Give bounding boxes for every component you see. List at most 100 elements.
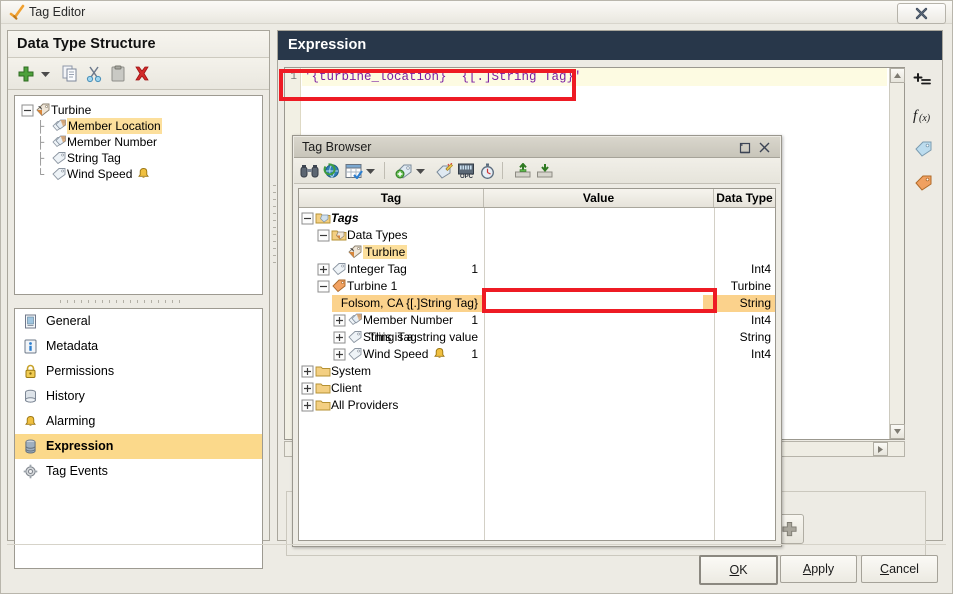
tag-cell: Client	[299, 380, 362, 397]
globe-refresh-icon[interactable]	[321, 161, 342, 181]
close-icon[interactable]	[757, 140, 772, 155]
ok-button[interactable]: OK	[699, 555, 778, 585]
grid-body[interactable]: Tags Data TypesTurbine Integer Tag1Int4 …	[299, 208, 775, 541]
table-row[interactable]: String TagThis is a string valueString	[299, 329, 775, 346]
cancel-button[interactable]: Cancel	[861, 555, 938, 583]
column-header-datatype[interactable]: Data Type	[714, 189, 775, 207]
panel-splitter[interactable]	[14, 297, 263, 306]
plus-equals-icon[interactable]	[910, 67, 936, 95]
value-cell: 1	[332, 312, 482, 329]
add-dropdown-arrow-icon[interactable]	[38, 62, 52, 86]
export-icon[interactable]	[534, 161, 555, 181]
restore-icon[interactable]	[737, 140, 752, 155]
fx-icon[interactable]: f (x)	[910, 101, 936, 129]
datatype-cell: Int4	[703, 261, 775, 278]
cancel-mnemonic: C	[880, 562, 889, 576]
column-header-tag[interactable]: Tag	[299, 189, 484, 207]
tag-browser-toolbar: OPC	[294, 158, 780, 184]
sidebar-item-label: Expression	[46, 434, 113, 459]
alarm-bell-icon	[21, 414, 39, 430]
tag-browser-dialog: Tag Browser	[292, 135, 782, 547]
table-row[interactable]: Client	[299, 380, 775, 397]
apply-button[interactable]: Apply	[780, 555, 857, 583]
data-type-tree-label: Member Location	[67, 118, 162, 134]
datatype-cell: Turbine	[703, 278, 775, 295]
binoculars-icon[interactable]	[299, 161, 320, 181]
udt-instance-icon	[331, 279, 347, 293]
tag-icon	[51, 167, 67, 181]
data-type-tree-row[interactable]: ├Member Number	[21, 134, 262, 150]
sidebar-item-permissions[interactable]: Permissions	[15, 359, 262, 384]
tag-label: All Providers	[331, 398, 398, 412]
folder-icon	[315, 381, 331, 395]
sidebar-item-metadata[interactable]: Metadata	[15, 334, 262, 359]
svg-text:OPC: OPC	[460, 174, 474, 179]
sidebar-item-alarming[interactable]: Alarming	[15, 409, 262, 434]
data-type-tree[interactable]: Turbine├Member Location├Member Number├St…	[14, 95, 263, 295]
scroll-right-icon[interactable]	[873, 442, 888, 456]
chevron-down-icon[interactable]	[414, 161, 427, 181]
cut-button[interactable]	[82, 62, 106, 86]
opc-icon[interactable]: OPC	[455, 161, 476, 181]
footer-divider	[7, 544, 946, 545]
scroll-up-icon[interactable]	[890, 68, 905, 83]
tag-icon	[51, 151, 67, 165]
grid-check-icon[interactable]	[343, 161, 364, 181]
blue-tag-icon[interactable]	[910, 135, 936, 163]
sidebar-item-general[interactable]: General	[15, 309, 262, 334]
orange-tag-icon[interactable]	[910, 169, 936, 197]
data-type-tree-row[interactable]: ├Member Location	[21, 118, 262, 134]
general-icon	[21, 314, 39, 330]
table-row[interactable]: Turbine 1Turbine	[299, 278, 775, 295]
data-type-tree-row[interactable]: └Wind Speed	[21, 166, 262, 182]
member-tag-icon	[51, 119, 67, 133]
tag-label: System	[331, 364, 371, 378]
edit-tag-icon[interactable]	[433, 161, 454, 181]
data-type-tree-row[interactable]: Turbine	[21, 102, 262, 118]
folder-icon	[315, 398, 331, 412]
paste-button[interactable]	[106, 62, 130, 86]
sidebar-item-label: Tag Events	[46, 459, 108, 484]
add-button[interactable]	[14, 62, 38, 86]
expression-panel-title: Expression	[288, 37, 366, 53]
new-tag-icon[interactable]	[393, 161, 414, 181]
expression-panel-header: Expression	[278, 31, 942, 60]
table-row[interactable]: All Providers	[299, 397, 775, 414]
expression-code-line[interactable]: '{turbine_location} {[.]String Tag}'	[302, 68, 887, 86]
scroll-down-icon[interactable]	[890, 424, 905, 439]
data-type-structure-header: Data Type Structure	[8, 31, 269, 58]
data-type-tree-label: String Tag	[67, 150, 121, 166]
chevron-down-icon[interactable]	[364, 161, 377, 181]
window-titlebar: Tag Editor	[1, 1, 952, 24]
history-icon	[21, 389, 39, 405]
table-row[interactable]: Data Types	[299, 227, 775, 244]
svg-text:(x): (x)	[919, 113, 931, 124]
import-icon[interactable]	[512, 161, 533, 181]
member-tag-icon	[51, 135, 67, 149]
tag-browser-grid[interactable]: Tag Value Data Type Tags Data TypesTurbi…	[298, 188, 776, 541]
folder-tags-icon	[315, 211, 331, 225]
sidebar-item-label: General	[46, 309, 90, 334]
stopwatch-icon[interactable]	[477, 161, 498, 181]
datatype-cell: Int4	[703, 346, 775, 363]
table-row[interactable]: System	[299, 363, 775, 380]
sidebar-item-tag-events[interactable]: Tag Events	[15, 459, 262, 484]
close-icon[interactable]	[897, 3, 946, 24]
data-type-tree-row[interactable]: ├String Tag	[21, 150, 262, 166]
table-row[interactable]: Integer Tag1Int4	[299, 261, 775, 278]
editor-vertical-scrollbar[interactable]	[889, 68, 904, 439]
column-header-value[interactable]: Value	[484, 189, 714, 207]
table-row[interactable]: Tags	[299, 210, 775, 227]
sidebar-item-expression[interactable]: Expression	[15, 434, 262, 459]
apply-mnemonic: A	[803, 562, 811, 576]
table-row[interactable]: Member Number1Int4	[299, 312, 775, 329]
tag-label: Client	[331, 381, 362, 395]
table-row[interactable]: Turbine	[299, 244, 775, 261]
copy-button[interactable]	[58, 62, 82, 86]
panel-title: Data Type Structure	[17, 36, 156, 52]
table-row[interactable]: Wind Speed1Int4	[299, 346, 775, 363]
delete-button[interactable]	[130, 62, 154, 86]
sidebar-item-history[interactable]: History	[15, 384, 262, 409]
tag-property-nav-list[interactable]: GeneralMetadataPermissionsHistoryAlarmin…	[14, 308, 263, 569]
table-row[interactable]: Member LocationFolsom, CA {[.]String Tag…	[299, 295, 775, 312]
